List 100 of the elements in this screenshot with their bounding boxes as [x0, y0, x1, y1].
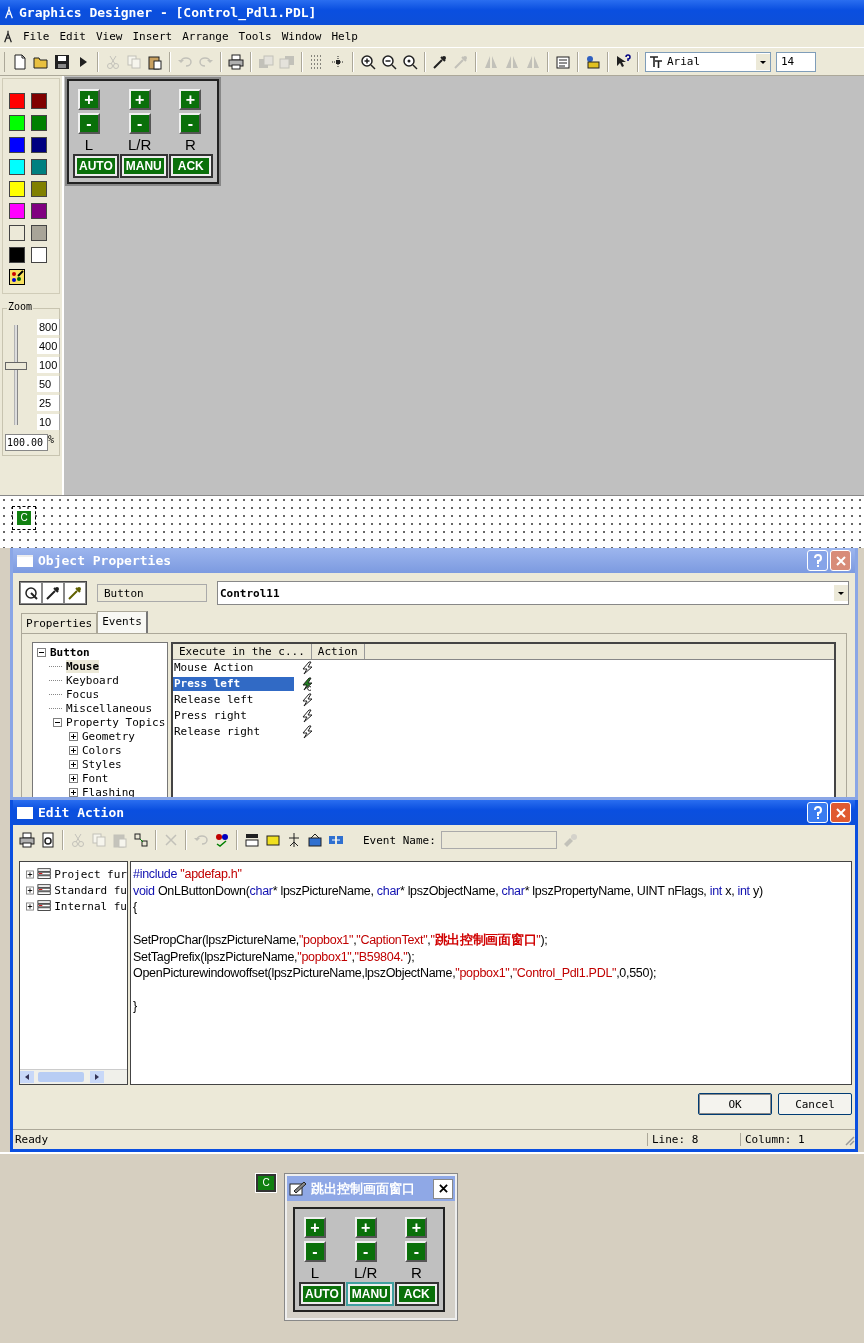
mode-button[interactable]: ACK [396, 1284, 437, 1304]
pick-icon[interactable] [20, 582, 42, 604]
mode-button[interactable]: ACK [170, 156, 211, 176]
menu-item[interactable]: Help [331, 29, 358, 43]
mode-button[interactable]: MANU [121, 156, 166, 176]
event-row[interactable]: Press right [173, 709, 294, 723]
expand-icon[interactable] [69, 787, 78, 797]
mode-button[interactable]: AUTO [75, 156, 117, 176]
menu-item[interactable]: Tools [238, 29, 272, 43]
horizontal-scrollbar[interactable] [20, 1069, 127, 1084]
control-object[interactable]: C [12, 506, 36, 530]
object-name-combo[interactable]: Control11 [217, 581, 849, 605]
snap-icon[interactable] [330, 53, 346, 70]
tree-item[interactable]: Button [50, 645, 90, 659]
dropdown-icon[interactable] [756, 53, 770, 70]
expand-icon[interactable] [69, 759, 78, 769]
color-swatch[interactable] [9, 93, 25, 109]
color-swatch[interactable] [9, 115, 25, 131]
decrease-button[interactable]: - [354, 1241, 377, 1262]
lightning-icon[interactable] [300, 725, 314, 739]
printer-icon[interactable] [228, 53, 244, 70]
close-button[interactable] [433, 1178, 453, 1199]
magnifier-icon[interactable] [402, 53, 418, 70]
decrease-button[interactable]: - [128, 113, 151, 134]
increase-button[interactable]: + [128, 89, 151, 110]
tree-item[interactable]: Geometry [82, 729, 135, 743]
increase-button[interactable]: + [354, 1217, 377, 1238]
scroll-right-icon[interactable] [90, 1071, 104, 1083]
color-swatch[interactable] [9, 159, 25, 175]
zoom-preset-button[interactable]: 800 [37, 319, 61, 335]
zoom-preset-button[interactable]: 10 [37, 414, 61, 430]
color-swatch[interactable] [9, 181, 25, 197]
color-swatch[interactable] [9, 137, 25, 153]
lightning-icon[interactable] [300, 709, 314, 723]
zoom-preset-button[interactable]: 25 [37, 395, 61, 411]
spell-check-icon[interactable] [214, 832, 230, 848]
scroll-left-icon[interactable] [20, 1071, 34, 1083]
pipette-icon[interactable] [64, 582, 86, 604]
tree-item[interactable]: Project fur [54, 867, 127, 881]
menu-item[interactable]: View [96, 29, 123, 43]
preview-icon[interactable] [40, 832, 56, 848]
mode-button[interactable]: AUTO [301, 1284, 343, 1304]
color-swatch[interactable] [31, 115, 47, 131]
clipboard-icon[interactable] [147, 53, 163, 70]
decrease-button[interactable]: - [78, 113, 100, 134]
zoom-field[interactable]: 100.00 [5, 434, 48, 451]
color-swatch[interactable] [31, 181, 47, 197]
tree-item[interactable]: Styles [82, 757, 122, 771]
expand-icon[interactable] [69, 773, 78, 783]
event-row[interactable]: Mouse Action [173, 661, 294, 675]
color-swatch[interactable] [31, 137, 47, 153]
increase-button[interactable]: + [179, 89, 202, 110]
zoom-preset-button[interactable]: 100 [37, 357, 61, 373]
collapse-icon[interactable] [37, 647, 46, 657]
help-button[interactable] [807, 802, 828, 823]
expand-icon[interactable] [26, 869, 34, 879]
tab[interactable]: Events [97, 611, 148, 633]
color-swatch[interactable] [31, 225, 47, 241]
menu-item[interactable]: Window [281, 29, 322, 43]
tree-item[interactable]: Focus [66, 687, 100, 701]
printer-icon[interactable] [19, 832, 35, 848]
font-combo[interactable]: Arial [645, 51, 771, 72]
zoom-preset-button[interactable]: 50 [37, 376, 61, 392]
help-pointer-icon[interactable] [615, 53, 631, 70]
paint-palette-icon[interactable] [9, 269, 25, 285]
decrease-button[interactable]: - [304, 1241, 326, 1262]
expand-icon[interactable] [69, 731, 78, 741]
increase-button[interactable]: + [405, 1217, 428, 1238]
tree-item[interactable]: Flashing [82, 785, 135, 797]
properties-icon[interactable] [555, 53, 571, 70]
pipette-icon[interactable] [42, 582, 64, 604]
color-swatch[interactable] [9, 203, 25, 219]
menu-item[interactable]: Arrange [182, 29, 229, 43]
slider-thumb[interactable] [5, 361, 27, 370]
menu-item[interactable]: Edit [59, 29, 86, 43]
library-icon[interactable] [585, 53, 601, 70]
tree-item[interactable]: Font [82, 771, 109, 785]
folder-icon[interactable] [265, 832, 281, 848]
zoom-out-icon[interactable] [381, 53, 397, 70]
tree-item[interactable]: Mouse [66, 659, 100, 673]
zoom-preset-button[interactable]: 400 [37, 338, 61, 354]
dialog-button[interactable]: OK [698, 1093, 772, 1115]
increase-button[interactable]: + [78, 89, 100, 110]
font-size-field[interactable]: 14 [776, 51, 816, 72]
event-row[interactable]: Press left [173, 677, 294, 691]
tree-item[interactable]: Internal fu [54, 899, 127, 913]
mode-button[interactable]: MANU [347, 1284, 392, 1304]
dialog-button[interactable]: Cancel [778, 1093, 852, 1115]
tree-item[interactable]: Standard fu [54, 883, 127, 897]
tab[interactable]: Properties [21, 613, 98, 633]
event-row[interactable]: Release left [173, 693, 294, 707]
color-swatch[interactable] [31, 93, 47, 109]
collapse-icon[interactable] [53, 717, 62, 727]
color-swatch[interactable] [31, 247, 47, 263]
resize-grip-icon[interactable] [843, 1133, 855, 1146]
event-name-field[interactable] [440, 831, 557, 849]
tree-item[interactable]: Property Topics [66, 715, 166, 729]
event-row[interactable]: Release right [173, 725, 294, 739]
color-swatch[interactable] [31, 159, 47, 175]
configured-lightning-icon[interactable] [300, 677, 314, 691]
